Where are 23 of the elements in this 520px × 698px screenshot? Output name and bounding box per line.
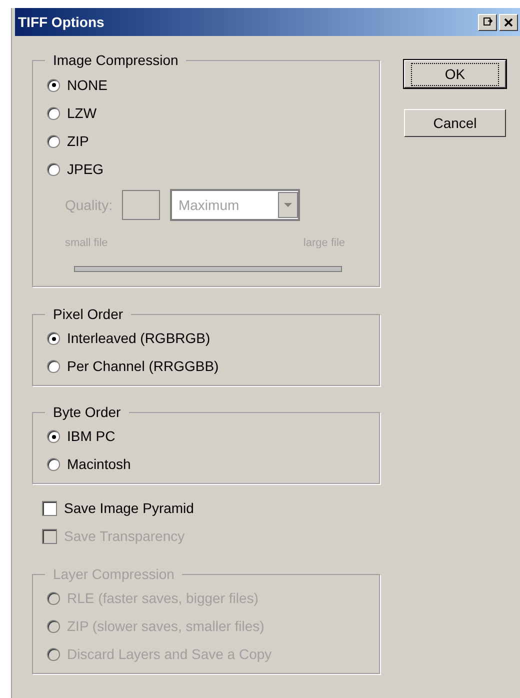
radio-button[interactable] <box>47 332 60 345</box>
radio-button[interactable] <box>47 430 60 443</box>
radio-label: Macintosh <box>67 455 131 474</box>
radio-label: LZW <box>67 104 97 122</box>
dialog-button[interactable]: OK <box>404 60 506 88</box>
radio-label: Per Channel (RRGGBB) <box>67 357 219 376</box>
restore-icon[interactable] <box>478 14 497 30</box>
radio-button[interactable] <box>47 134 60 148</box>
radio-label: ZIP <box>67 132 89 150</box>
radio-button[interactable] <box>47 360 60 373</box>
radio-label: NONE <box>67 76 108 94</box>
radio-label: JPEG <box>67 160 104 178</box>
checkbox-label: Save Image Pyramid <box>64 499 194 518</box>
radio-button[interactable] <box>47 106 60 120</box>
radio-label: Interleaved (RGBRGB) <box>67 329 210 348</box>
radio-button[interactable] <box>47 78 60 92</box>
dialog-button[interactable]: Cancel <box>404 109 506 137</box>
radio-button[interactable] <box>47 458 60 471</box>
radio-button[interactable] <box>47 162 60 176</box>
checkbox[interactable] <box>42 501 57 516</box>
radio-label: IBM PC <box>67 427 116 446</box>
close-icon[interactable] <box>499 14 518 30</box>
window-title: TIFF Options <box>18 12 104 32</box>
